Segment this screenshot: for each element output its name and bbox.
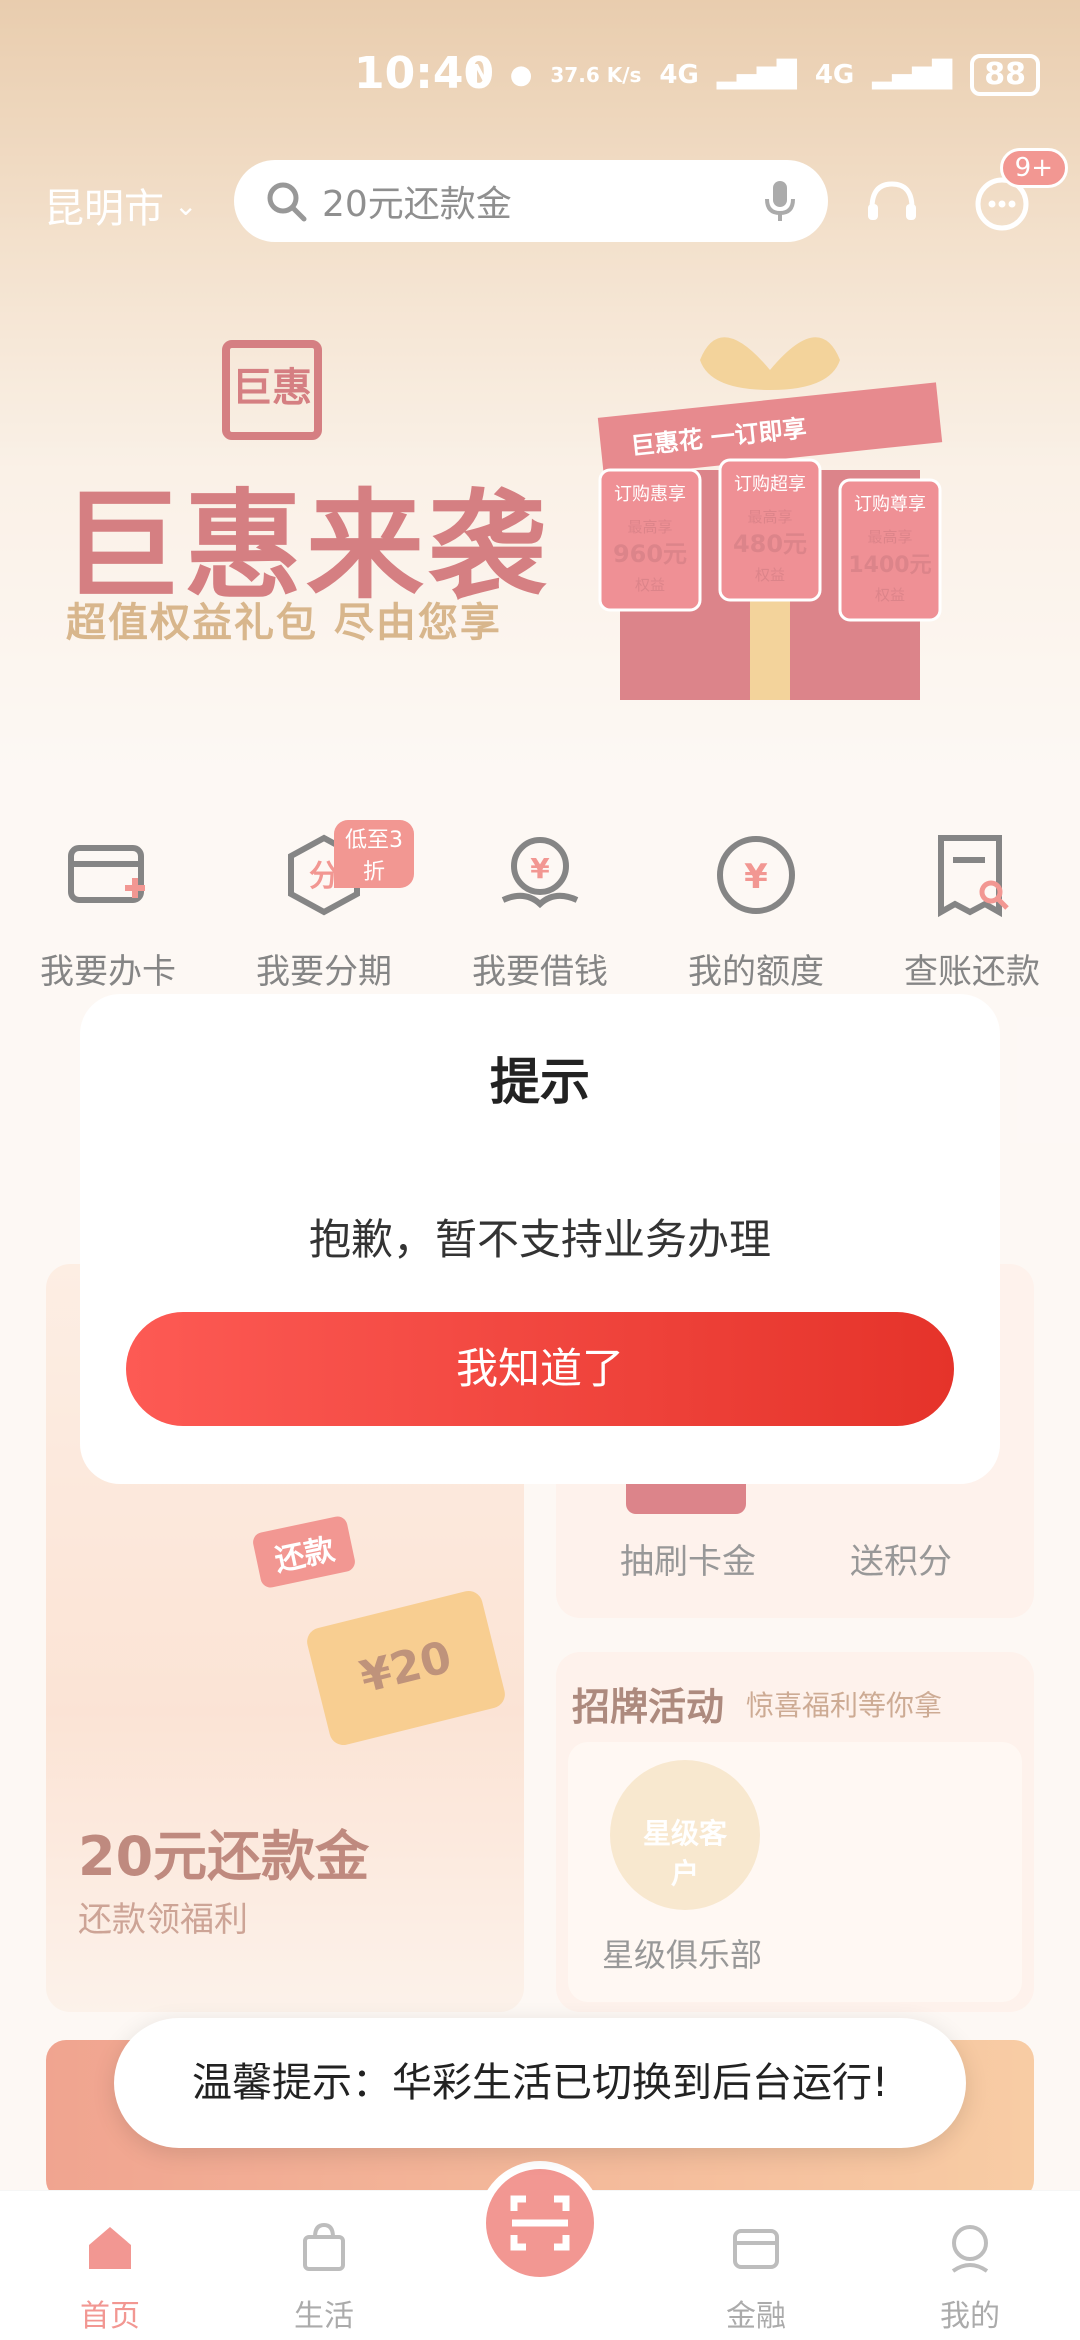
toast-notification: 温馨提示：华彩生活已切换到后台运行! <box>114 2018 966 2148</box>
alert-dialog: 提示 抱歉，暂不支持业务办理 我知道了 <box>80 994 1000 1484</box>
dialog-title: 提示 <box>490 1053 590 1111</box>
dialog-confirm-button[interactable]: 我知道了 <box>126 1312 954 1426</box>
dialog-message: 抱歉，暂不支持业务办理 <box>308 1215 771 1264</box>
